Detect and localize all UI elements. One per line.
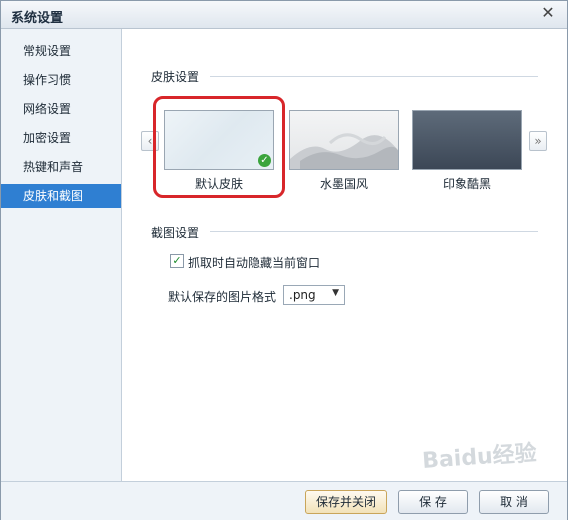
save-and-close-button[interactable]: 保存并关闭	[305, 490, 387, 514]
hide-window-label: 抓取时自动隐藏当前窗口	[188, 256, 321, 270]
section-divider	[210, 76, 538, 77]
footer-bar: 保存并关闭 保 存 取 消	[1, 481, 567, 520]
chevron-down-icon: ▼	[332, 288, 339, 298]
skin-section-title: 皮肤设置	[151, 70, 200, 84]
content-panel: 皮肤设置 ‹ ✓ 默认皮肤 水墨国风 印象酷黑 » 截图设置 ✓ 抓取时自动隐藏…	[122, 29, 567, 481]
skin-label-ink: 水墨国风	[319, 177, 368, 191]
sidebar-item-habits[interactable]: 操作习惯	[1, 68, 121, 92]
next-skin-arrow[interactable]: »	[529, 131, 547, 151]
sidebar-item-network[interactable]: 网络设置	[1, 97, 121, 121]
selected-check-icon: ✓	[258, 154, 271, 167]
sidebar-item-skin-screenshot[interactable]: 皮肤和截图	[1, 184, 121, 208]
settings-dialog: 系统设置 ✕ 常规设置 操作习惯 网络设置 加密设置 热键和声音 皮肤和截图 皮…	[0, 0, 568, 520]
skin-label-dark: 印象酷黑	[442, 177, 491, 191]
image-format-value: .png	[289, 288, 316, 302]
screenshot-section-title: 截图设置	[151, 226, 200, 240]
section-divider	[210, 231, 538, 232]
sidebar: 常规设置 操作习惯 网络设置 加密设置 热键和声音 皮肤和截图	[1, 29, 122, 481]
close-icon[interactable]: ✕	[539, 4, 557, 22]
cancel-button[interactable]: 取 消	[479, 490, 549, 514]
image-format-label: 默认保存的图片格式	[168, 290, 277, 304]
dialog-title: 系统设置	[11, 11, 64, 26]
skin-thumbnail-ink	[289, 110, 399, 170]
sidebar-item-hotkeys-sound[interactable]: 热键和声音	[1, 155, 121, 179]
hide-window-checkbox[interactable]: ✓	[170, 254, 184, 268]
image-format-select[interactable]: .png ▼	[283, 285, 345, 305]
title-bar: 系统设置 ✕	[1, 1, 567, 29]
ink-mountains-graphic	[290, 133, 398, 169]
watermark: Baidu经验	[421, 441, 538, 474]
sidebar-item-encryption[interactable]: 加密设置	[1, 126, 121, 150]
sidebar-item-general[interactable]: 常规设置	[1, 39, 121, 63]
skin-thumbnail-dark	[412, 110, 522, 170]
skin-option-default[interactable]: ✓ 默认皮肤	[164, 110, 274, 191]
skin-option-dark[interactable]: 印象酷黑	[412, 110, 522, 191]
save-button[interactable]: 保 存	[398, 490, 468, 514]
skin-thumbnail-default: ✓	[164, 110, 274, 170]
skin-option-ink[interactable]: 水墨国风	[289, 110, 399, 191]
skin-label-default: 默认皮肤	[194, 177, 243, 191]
